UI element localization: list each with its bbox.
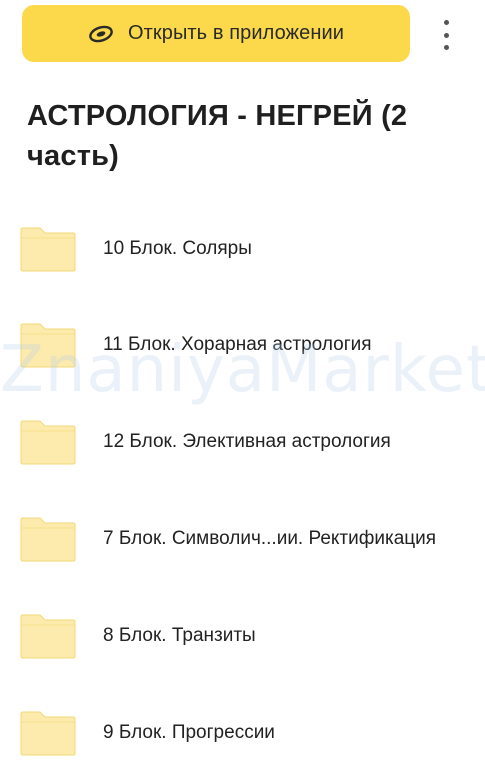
folder-item[interactable]: 10 Блок. Соляры [0,200,485,296]
folder-item[interactable]: 12 Блок. Элективная астрология [0,393,485,489]
disk-logo-icon [89,25,113,42]
folder-name: 10 Блок. Соляры [103,238,252,259]
folder-icon [20,227,76,272]
folder-name: 12 Блок. Элективная астрология [103,431,391,452]
open-in-app-label: Открыть в приложении [127,22,345,44]
folder-name: 11 Блок. Хорарная астрология [103,334,372,355]
folder-icon [20,614,76,659]
folder-name: 8 Блок. Транзиты [103,625,256,646]
folder-name: 7 Блок. Символич...ии. Ректификация [103,528,437,549]
folder-item[interactable]: 8 Блок. Транзиты [0,587,485,683]
folder-icon [20,323,76,368]
folder-item[interactable]: 11 Блок. Хорарная астрология [0,296,485,392]
folder-icon [20,517,76,562]
page-title: АСТРОЛОГИЯ - НЕГРЕЙ (2 часть) [27,100,408,172]
more-menu-button[interactable] [432,20,460,50]
folder-item[interactable]: 7 Блок. Символич...ии. Ректификация [0,490,485,586]
more-vertical-icon [443,20,449,25]
folder-item[interactable]: 9 Блок. Прогрессии [0,684,485,780]
folder-name: 9 Блок. Прогрессии [103,722,275,743]
open-in-app-button[interactable]: Открыть в приложении [22,5,410,62]
folder-icon [20,420,76,465]
top-bar: Открыть в приложении [0,0,485,78]
folder-icon [20,711,76,756]
